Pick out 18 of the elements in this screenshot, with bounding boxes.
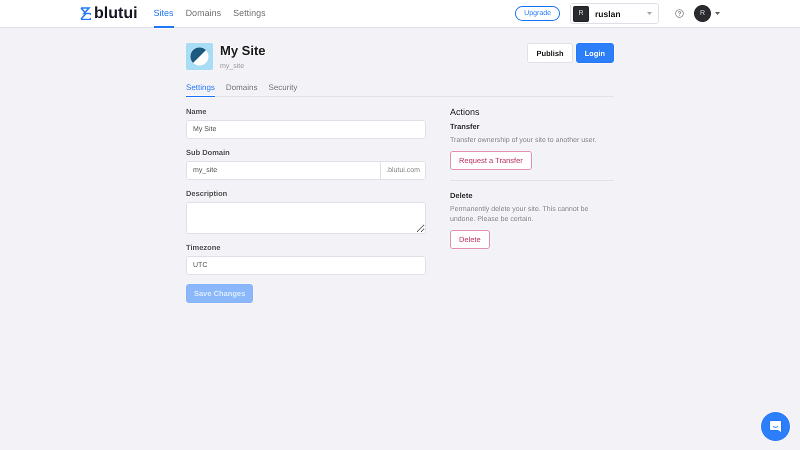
account-name: ruslan <box>595 8 621 18</box>
description-field[interactable] <box>186 202 426 234</box>
caret-icon[interactable] <box>715 12 720 15</box>
site-name: My Site <box>220 43 266 58</box>
site-logo-icon <box>186 43 213 70</box>
section-title: Actions <box>450 107 481 117</box>
tab[interactable]: Security <box>268 83 298 97</box>
nav-link[interactable]: Sites <box>154 0 174 28</box>
nav-link[interactable]: Domains <box>186 0 222 28</box>
chat-icon <box>769 420 782 433</box>
logo-icon <box>80 7 91 20</box>
nav-link[interactable]: Settings <box>233 0 266 28</box>
chat-button[interactable] <box>761 412 790 441</box>
brand-name: blutui <box>94 4 138 22</box>
caret-icon <box>647 12 652 15</box>
tab[interactable]: Settings <box>186 83 215 97</box>
tab[interactable]: Domains <box>226 83 258 97</box>
help-icon[interactable] <box>675 9 684 18</box>
